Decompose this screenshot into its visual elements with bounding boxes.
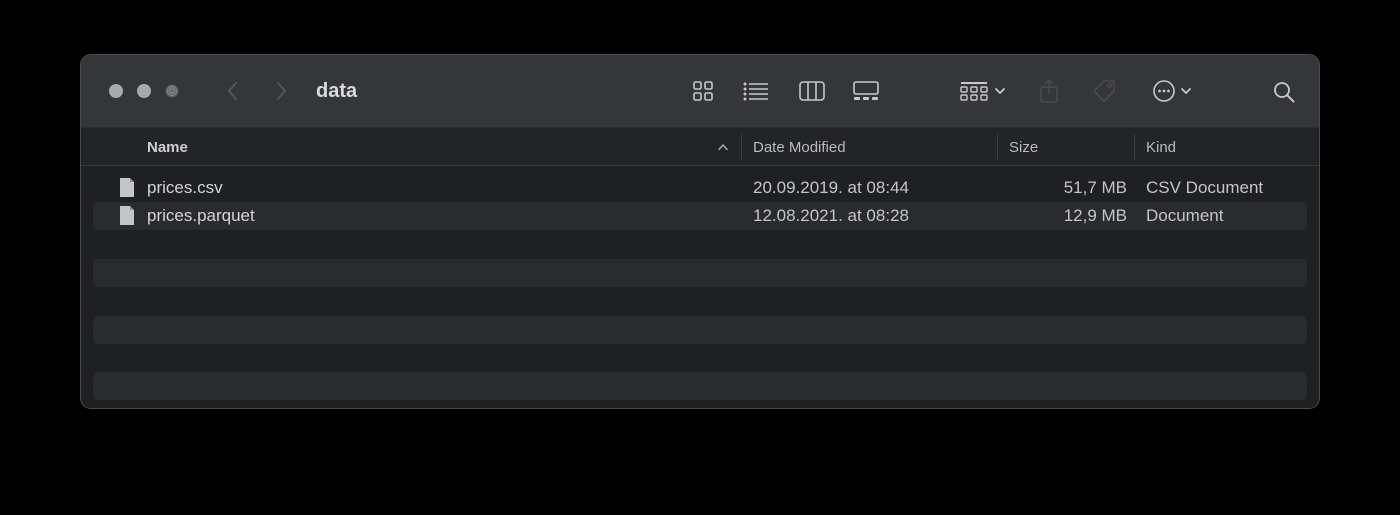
column-header-name[interactable]: Name: [147, 139, 188, 156]
file-kind: Document: [1146, 206, 1224, 225]
icon-view-button[interactable]: [691, 79, 715, 103]
empty-row-stripe: [93, 372, 1307, 400]
window-title: data: [316, 80, 358, 102]
forward-icon: [277, 82, 286, 100]
gallery-view-button[interactable]: [851, 79, 881, 103]
more-actions-button[interactable]: [1147, 79, 1197, 103]
back-icon: [228, 82, 237, 100]
file-kind: CSV Document: [1146, 178, 1264, 197]
column-view-icon: [799, 81, 825, 101]
document-icon: [120, 178, 134, 197]
toolbar: data: [81, 55, 1319, 127]
zoom-icon: [165, 84, 179, 98]
group-icon: [960, 82, 988, 101]
sort-ascending-icon: [718, 144, 728, 151]
file-list: prices.csv 20.09.2019. at 08:44 51,7 MB …: [93, 174, 1307, 230]
column-separator[interactable]: [1134, 134, 1135, 160]
search-icon: [1274, 82, 1295, 103]
zoom-window-button[interactable]: [165, 84, 179, 98]
file-name: prices.csv: [147, 178, 223, 197]
close-window-button[interactable]: [109, 84, 123, 98]
file-row[interactable]: prices.csv 20.09.2019. at 08:44 51,7 MB …: [93, 174, 1307, 202]
share-icon: [1040, 78, 1058, 103]
tag-button[interactable]: [1089, 77, 1119, 105]
share-button[interactable]: [1037, 77, 1061, 105]
icon-view-icon: [693, 81, 713, 101]
search-button[interactable]: [1271, 79, 1297, 105]
list-view-button[interactable]: [741, 79, 771, 103]
document-icon: [120, 206, 134, 225]
chevron-down-icon: [1180, 88, 1191, 94]
file-name: prices.parquet: [147, 206, 255, 225]
list-view-icon: [743, 82, 768, 101]
minimize-window-button[interactable]: [137, 84, 151, 98]
gallery-view-icon: [853, 81, 879, 100]
more-icon: [1152, 80, 1175, 102]
forward-button[interactable]: [271, 79, 291, 103]
column-header: Name Date Modified Size Kind: [81, 127, 1319, 166]
file-row[interactable]: prices.parquet 12.08.2021. at 08:28 12,9…: [93, 202, 1307, 230]
back-button[interactable]: [223, 79, 243, 103]
empty-row-stripe: [93, 316, 1307, 344]
tag-icon: [1093, 80, 1115, 102]
finder-window: data Name Date Modified Size Kind prices…: [80, 54, 1320, 409]
file-size: 51,7 MB: [1063, 178, 1127, 197]
file-date-modified: 12.08.2021. at 08:28: [753, 206, 909, 225]
column-separator[interactable]: [741, 134, 742, 160]
column-header-size[interactable]: Size: [1009, 139, 1038, 156]
group-button[interactable]: [957, 79, 1009, 103]
column-header-kind[interactable]: Kind: [1146, 139, 1176, 156]
file-size: 12,9 MB: [1063, 206, 1127, 225]
column-header-date-modified[interactable]: Date Modified: [753, 139, 846, 156]
column-separator[interactable]: [997, 134, 998, 160]
empty-row-stripe: [93, 259, 1307, 287]
chevron-down-icon: [995, 88, 1005, 94]
file-date-modified: 20.09.2019. at 08:44: [753, 178, 909, 197]
column-view-button[interactable]: [797, 79, 827, 103]
